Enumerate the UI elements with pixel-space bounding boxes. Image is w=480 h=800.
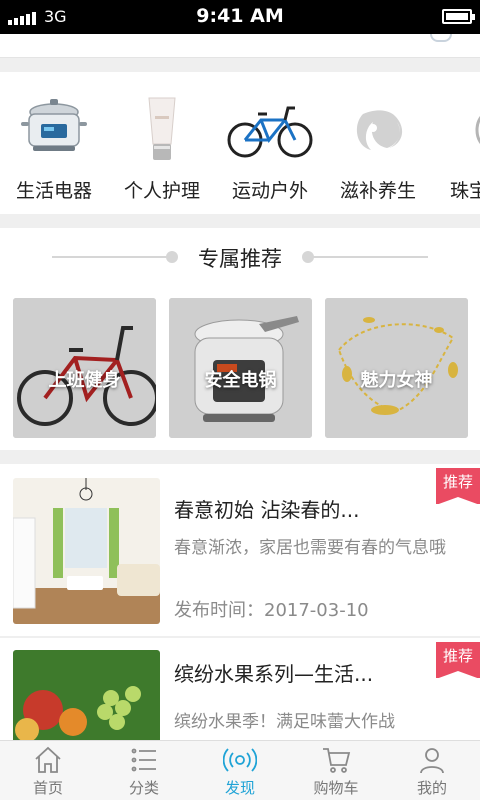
category-item-personal-care[interactable]: 个人护理	[112, 72, 212, 214]
battery-icon	[442, 9, 475, 24]
fruit-photo	[13, 650, 160, 740]
article-thumbnail	[13, 650, 160, 740]
tab-home[interactable]: 首页	[0, 741, 96, 800]
article-date: 发布时间：2017-03-10	[174, 600, 369, 621]
discover-icon	[223, 748, 257, 772]
article-title: 缤纷水果系列—生活...	[174, 662, 374, 686]
tab-label: 购物车	[313, 779, 359, 797]
tab-label: 分类	[128, 779, 159, 797]
category-label: 珠宝	[450, 180, 480, 202]
recommend-card-label: 安全电锅	[204, 370, 277, 391]
article-item[interactable]: 缤纷水果系列—生活... 缤纷水果季！满足味蕾大作战 推荐	[0, 638, 480, 740]
article-item[interactable]: 春意初始 沾染春的... 春意渐浓，家居也需要有春的气息哦 发布时间：2017-…	[0, 464, 480, 636]
tab-label: 我的	[416, 779, 447, 797]
living-room-photo	[13, 478, 160, 624]
user-icon	[420, 748, 444, 774]
category-item-appliances[interactable]: 生活电器	[4, 72, 104, 214]
recommend-card-cooker[interactable]: 安全电锅	[169, 298, 312, 438]
tonic-logo-icon	[356, 110, 403, 150]
divider	[310, 256, 428, 258]
recommend-card-label: 上班健身	[48, 370, 121, 391]
tab-label: 发现	[224, 779, 255, 797]
category-list-icon	[131, 748, 156, 772]
category-item-tonic[interactable]: 滋补养生	[328, 72, 428, 214]
section-title: 专属推荐	[198, 247, 282, 271]
category-label: 运动户外	[231, 180, 308, 202]
status-bar: 3G 9:41 AM	[0, 0, 480, 34]
recommend-badge: 推荐	[436, 468, 480, 505]
bottom-tab-bar: 首页 分类 发现 购物车 我的	[0, 740, 480, 800]
article-description: 缤纷水果季！满足味蕾大作战	[174, 712, 395, 732]
recommend-card-label: 魅力女神	[360, 370, 433, 391]
tab-discover[interactable]: 发现	[192, 741, 288, 800]
status-time: 9:41 AM	[196, 5, 284, 27]
recommend-card-jewelry[interactable]: 魅力女神	[325, 298, 468, 438]
recommend-row: 上班健身 安全电锅 魅力女神	[0, 288, 480, 450]
article-description: 春意渐浓，家居也需要有春的气息哦	[174, 538, 446, 558]
cosmetic-tube-icon	[148, 97, 176, 160]
category-item-jewelry[interactable]: 珠宝	[430, 72, 480, 214]
article-title: 春意初始 沾染春的...	[174, 498, 360, 522]
category-label: 生活电器	[15, 180, 92, 202]
tab-cart[interactable]: 购物车	[288, 741, 384, 800]
category-label: 个人护理	[123, 180, 200, 202]
cart-icon	[323, 748, 351, 773]
recommend-badge: 推荐	[436, 642, 480, 679]
recommend-header: 专属推荐	[0, 228, 480, 288]
electric-cooker-icon	[21, 99, 87, 151]
banner-edge	[0, 34, 480, 58]
category-item-outdoor[interactable]: 运动户外	[220, 72, 320, 214]
banner-peek-icon	[430, 34, 452, 42]
article-thumbnail	[13, 478, 160, 624]
tab-label: 首页	[32, 779, 63, 797]
recommend-card-fitness[interactable]: 上班健身	[13, 298, 156, 438]
tab-mine[interactable]: 我的	[384, 741, 480, 800]
category-label: 滋补养生	[339, 180, 416, 202]
tab-category[interactable]: 分类	[96, 741, 192, 800]
home-icon	[35, 746, 61, 773]
bicycle-icon	[227, 106, 313, 158]
jewelry-icon	[475, 116, 480, 144]
category-strip[interactable]: 生活电器 个人护理 运动户外 滋补养生 珠宝	[0, 72, 480, 214]
